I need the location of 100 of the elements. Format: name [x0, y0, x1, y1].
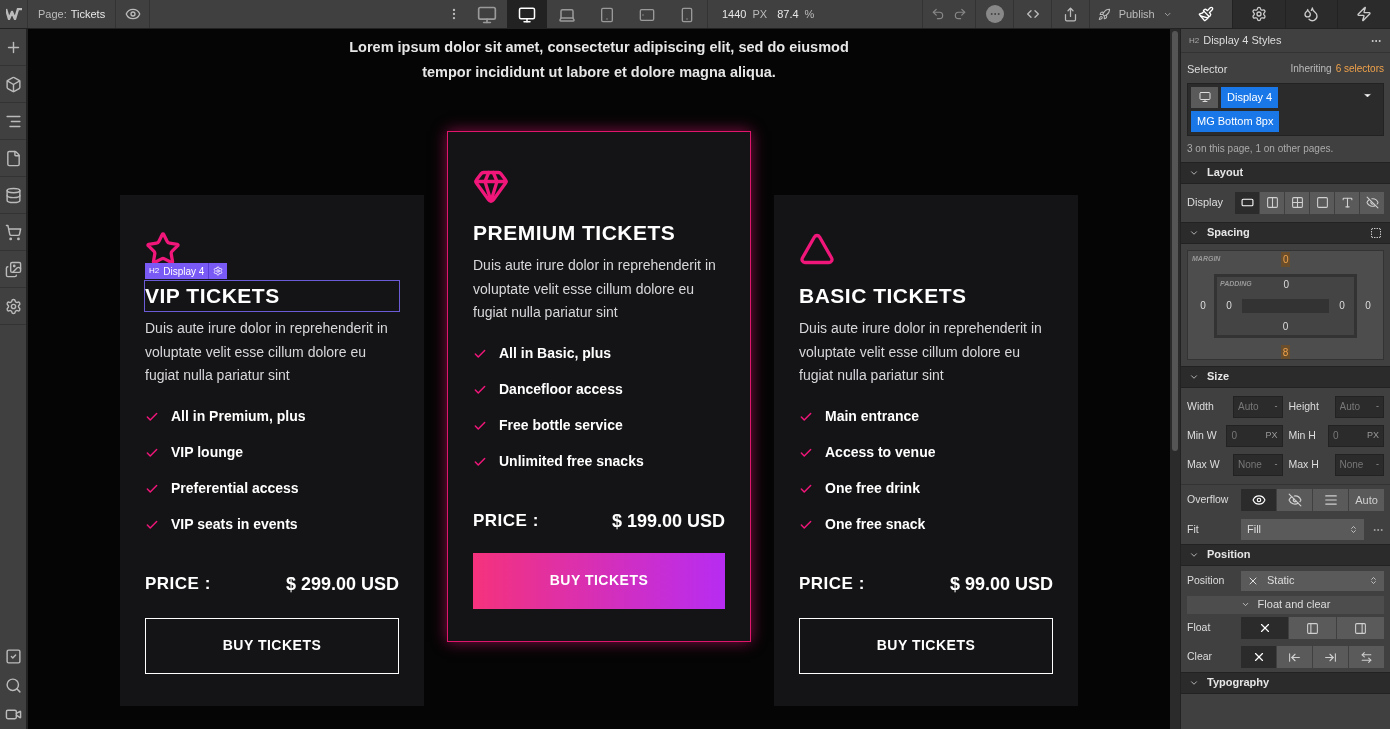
feature-text: All in Basic, plus	[499, 344, 612, 363]
option-button[interactable]	[1335, 191, 1359, 214]
more-options-icon[interactable]	[985, 5, 1004, 23]
feature-text: All in Premium, plus	[171, 407, 306, 426]
undo-icon[interactable]	[931, 7, 945, 21]
size-input[interactable]: 0	[1333, 428, 1367, 443]
margin-value[interactable]: 0	[1198, 298, 1208, 313]
selector-label: Selector	[1187, 62, 1228, 77]
arrow-right-icon	[1324, 650, 1337, 664]
field-label: Position	[1187, 572, 1226, 588]
size-field[interactable]: None -	[1233, 453, 1283, 476]
images-icon[interactable]	[4, 260, 22, 278]
feature-text: One free drink	[825, 479, 920, 498]
zoom-unit: %	[804, 6, 815, 22]
price-value: $ 199.00 USD	[611, 509, 725, 533]
selector-chip[interactable]: MG Bottom 8px	[1191, 110, 1280, 132]
square-icon	[1315, 196, 1329, 209]
box-icon[interactable]	[4, 75, 22, 93]
option-button[interactable]	[1285, 191, 1309, 214]
option-button[interactable]	[1241, 646, 1276, 668]
block-icon	[1240, 196, 1254, 209]
price-label: PRICE :	[145, 573, 211, 596]
field-label: Fit	[1187, 521, 1200, 537]
styles-title: Display 4 Styles	[1203, 33, 1283, 49]
field-label: Float	[1187, 620, 1212, 636]
eye-icon	[1251, 493, 1266, 507]
page-name[interactable]: Tickets	[70, 5, 106, 23]
width-unit: PX	[752, 6, 768, 22]
section-title[interactable]: Layout	[1207, 164, 1244, 181]
droplets-icon	[1303, 6, 1320, 22]
phone-icon	[679, 6, 695, 23]
page-icon[interactable]	[4, 149, 22, 167]
size-field[interactable]: None -	[1334, 453, 1384, 476]
option-button[interactable]	[1260, 191, 1284, 214]
buy-tickets-button[interactable]: BUY TICKETS	[799, 617, 1053, 674]
size-input[interactable]: Auto	[1238, 399, 1272, 414]
ticket-description: Duis aute irure dolor in reprehenderit in voluptate velit esse cillum dolore eu fugiat nulla pariatur sint	[799, 319, 1043, 385]
size-input[interactable]: None	[1339, 457, 1374, 472]
width-value[interactable]: 1440	[722, 5, 747, 23]
size-input[interactable]: 0	[1231, 428, 1266, 443]
cart-icon[interactable]	[4, 223, 22, 241]
option-button[interactable]	[1360, 191, 1384, 214]
hidden-icon	[1287, 493, 1302, 507]
arrows-icon	[1360, 650, 1373, 664]
scrollbar-thumb[interactable]	[1172, 31, 1178, 451]
selector-field[interactable]: Display 4 MG Bottom 8px	[1187, 82, 1384, 136]
ticket-description: Duis aute irure dolor in reprehenderit in voluptate velit esse cillum dolore eu fugiat nulla pariatur sint	[473, 256, 717, 322]
spacing-toggle-icon[interactable]	[1370, 226, 1382, 239]
checklist-icon[interactable]	[4, 648, 22, 665]
size-input[interactable]: Auto	[1339, 399, 1374, 414]
float-left-icon	[1306, 621, 1319, 635]
feature-text: Preferential access	[171, 479, 299, 498]
preview-icon[interactable]	[124, 6, 141, 22]
inheriting-link[interactable]: 6 selectors	[1335, 61, 1384, 78]
breakpoint-icon	[1198, 91, 1211, 103]
settings-icon[interactable]	[4, 297, 22, 315]
size-input[interactable]: None	[1238, 457, 1272, 472]
float-clear-toggle[interactable]: Float and clear	[1187, 595, 1384, 614]
option-button[interactable]	[1241, 489, 1276, 511]
unit-label: -	[1274, 399, 1278, 413]
buy-tickets-button[interactable]: BUY TICKETS	[473, 552, 725, 609]
breakpoint-button[interactable]	[507, 0, 547, 29]
field-label: Width	[1187, 398, 1215, 414]
rocket-icon	[1098, 6, 1111, 22]
option-button[interactable]	[1235, 191, 1259, 214]
publish-button[interactable]: Publish	[1090, 0, 1180, 28]
selection-badge[interactable]: H2 Display 4	[145, 263, 228, 279]
size-field[interactable]: Auto -	[1233, 395, 1283, 418]
ticket-title: PREMIUM TICKETS	[473, 220, 677, 246]
overflow-auto-button[interactable]: Auto	[1349, 489, 1384, 511]
database-icon[interactable]	[4, 186, 22, 204]
export-icon[interactable]	[1063, 6, 1078, 22]
selector-chip[interactable]: Display 4	[1221, 86, 1279, 108]
padding-value[interactable]: 0	[1283, 277, 1290, 292]
section-title[interactable]: Size	[1207, 368, 1229, 385]
columns-icon	[1265, 196, 1279, 209]
redo-icon[interactable]	[953, 7, 967, 21]
logo-icon[interactable]	[5, 8, 22, 20]
search-icon[interactable]	[4, 677, 22, 694]
feature-text: Unlimited free snacks	[499, 452, 644, 471]
panel-tab[interactable]	[1180, 0, 1232, 28]
position-select[interactable]: Static	[1241, 570, 1384, 591]
margin-value[interactable]: 0	[1280, 252, 1291, 267]
margin-value[interactable]: 0	[1363, 298, 1373, 313]
padding-value[interactable]: 0	[1339, 298, 1345, 313]
updown-icon	[1369, 576, 1378, 585]
field-label: Max W	[1187, 456, 1221, 472]
margin-value[interactable]: 8	[1280, 344, 1291, 359]
feature-text: Access to venue	[825, 443, 936, 462]
fit-select[interactable]: Fill	[1241, 519, 1364, 540]
section-title[interactable]: Position	[1207, 546, 1251, 563]
feature-text: Dancefloor access	[499, 380, 623, 399]
option-button[interactable]	[1310, 191, 1334, 214]
padding-value[interactable]: 0	[1226, 298, 1232, 313]
size-field[interactable]: Auto -	[1334, 395, 1384, 418]
buy-tickets-button[interactable]: BUY TICKETS	[145, 617, 399, 674]
padding-value[interactable]: 0	[1282, 318, 1289, 335]
diamond-icon	[473, 168, 509, 204]
size-field[interactable]: 0 PX	[1328, 424, 1384, 447]
size-field[interactable]: 0 PX	[1226, 424, 1283, 447]
